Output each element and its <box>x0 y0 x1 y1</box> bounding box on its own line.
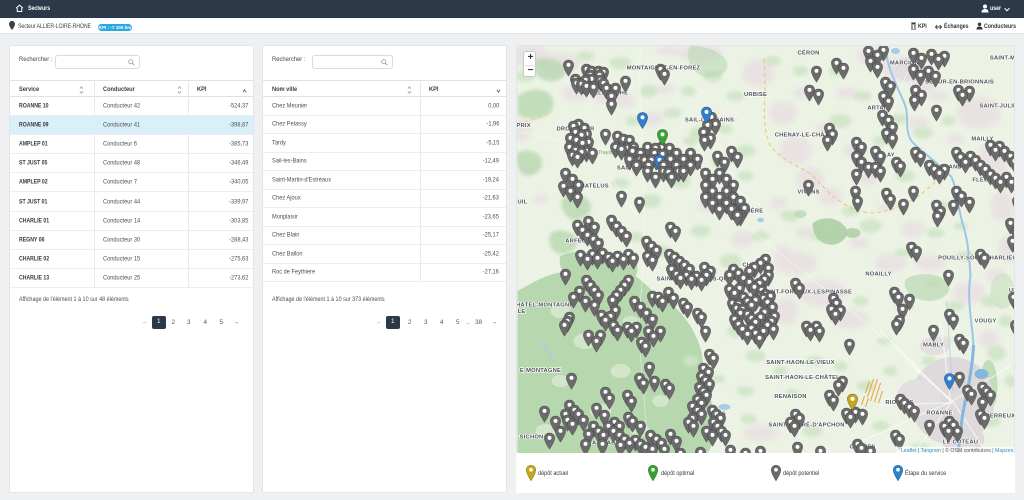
svg-text:NOAILLY: NOAILLY <box>865 272 891 278</box>
svg-text:CÉRON: CÉRON <box>798 49 820 57</box>
svg-text:E-MONTAGNE: E-MONTAGNE <box>520 368 561 374</box>
svg-text:SAINT-JULIEN: SAINT-JULIEN <box>979 104 1014 110</box>
svg-text:SAINT-PRIX: SAINT-PRIX <box>517 123 531 129</box>
svg-text:SAINT-M: SAINT-M <box>990 56 1014 62</box>
svg-text:SAINT-ANDRÉ-D'APCHON: SAINT-ANDRÉ-D'APCHON <box>768 421 844 429</box>
svg-text:EUIL: EUIL <box>517 200 528 206</box>
svg-text:SAINT-HAON-LE-VIEUX: SAINT-HAON-LE-VIEUX <box>766 360 835 366</box>
svg-text:MABLY: MABLY <box>923 343 944 349</box>
svg-text:LE: LE <box>518 309 526 315</box>
svg-text:CHÂTEL-MONTAGNE: CHÂTEL-MONTAGNE <box>517 302 573 309</box>
svg-text:SAINT-HAON-LE-CHÂTEL: SAINT-HAON-LE-CHÂTEL <box>765 374 840 381</box>
svg-text:URBISE: URBISE <box>744 92 767 98</box>
svg-text:RENAISON: RENAISON <box>774 394 806 400</box>
svg-text:ROANNE: ROANNE <box>926 411 952 417</box>
svg-text:PERREUX: PERREUX <box>986 414 1014 420</box>
svg-text:VOUGY: VOUGY <box>975 319 997 325</box>
svg-text:-SICHON: -SICHON <box>518 435 544 441</box>
